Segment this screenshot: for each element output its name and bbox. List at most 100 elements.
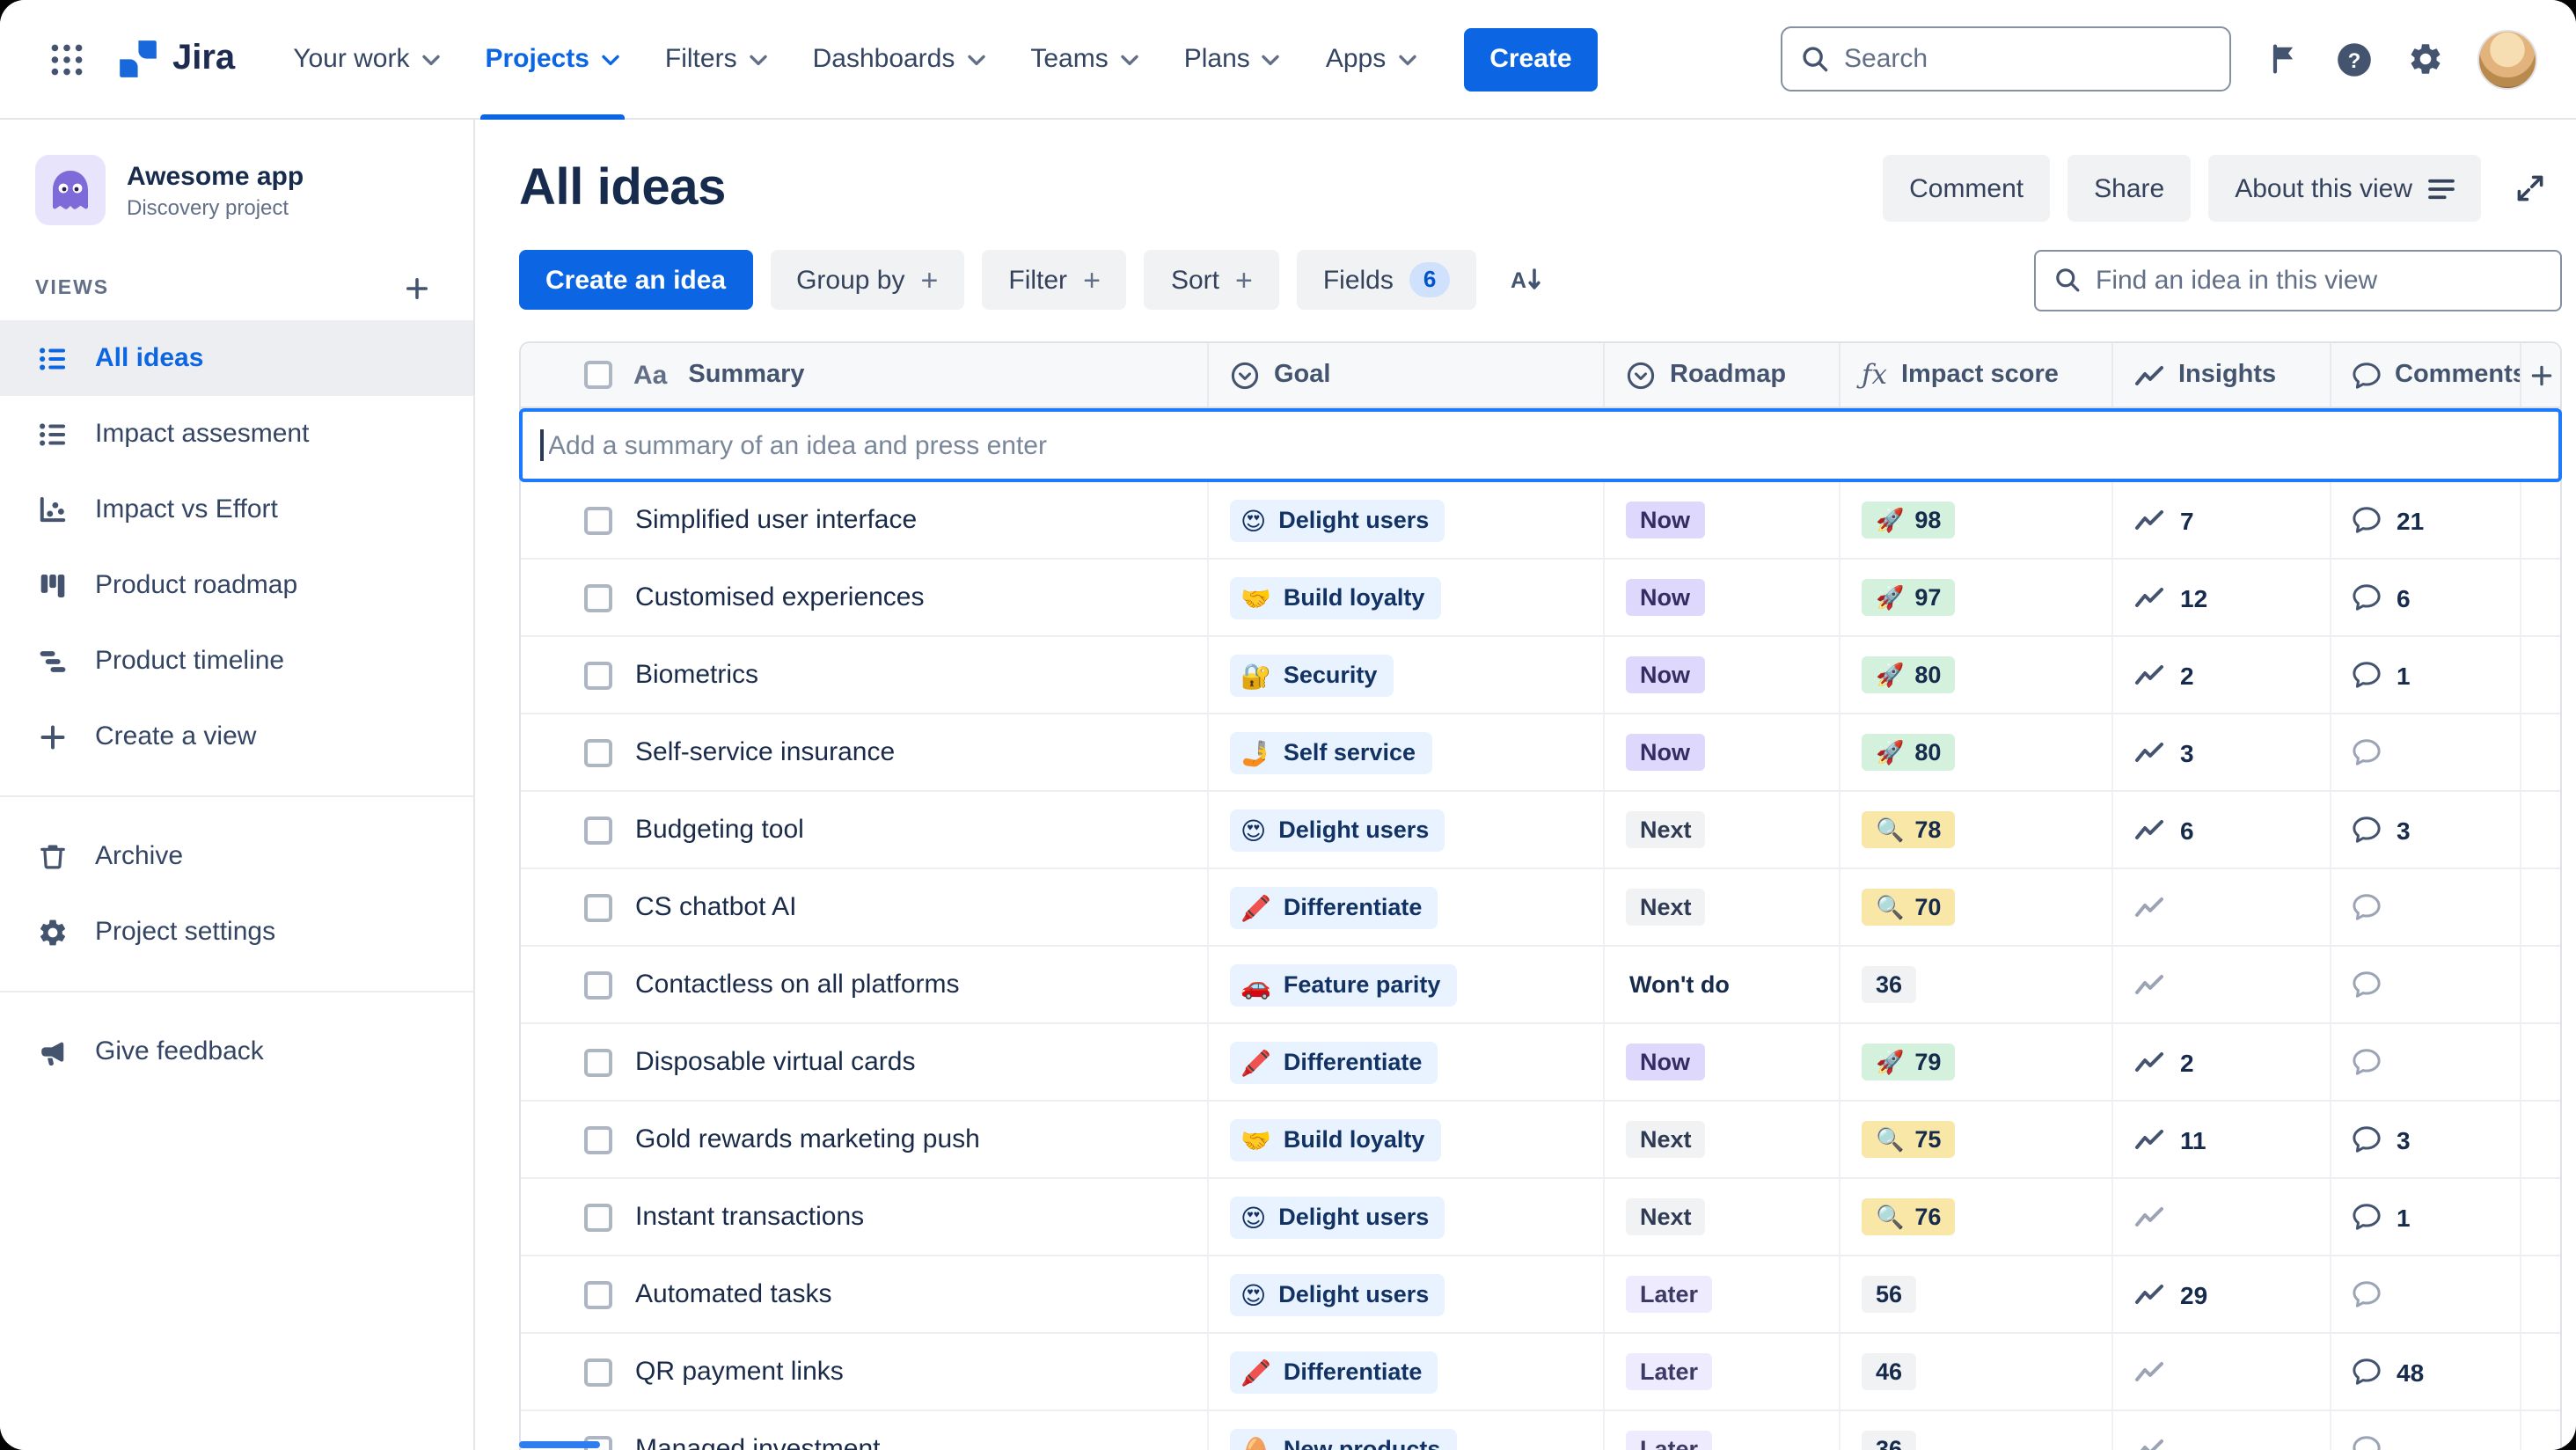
roadmap-chip[interactable]: Next (1626, 1197, 1706, 1236)
idea-summary[interactable]: Automated tasks (635, 1279, 831, 1309)
row-checkbox[interactable] (584, 1048, 612, 1076)
sort-alphabetical-icon[interactable]: A (1494, 248, 1557, 311)
global-search[interactable] (1781, 26, 2231, 92)
row-checkbox[interactable] (584, 738, 612, 766)
insights-cell[interactable] (2113, 1179, 2331, 1255)
impact-score-chip[interactable]: 56 (1862, 1275, 1917, 1314)
goal-chip[interactable]: 🚗 Feature parity (1230, 963, 1457, 1006)
idea-summary[interactable]: Disposable virtual cards (635, 1047, 916, 1077)
comments-cell[interactable]: 3 (2331, 1102, 2521, 1177)
about-this-view-button[interactable]: About this view (2208, 155, 2481, 222)
idea-summary[interactable]: Gold rewards marketing push (635, 1124, 980, 1154)
roadmap-chip[interactable]: Later (1626, 1352, 1713, 1391)
idea-row[interactable]: Instant transactions 😍 Delight users Nex… (521, 1179, 2560, 1256)
row-checkbox[interactable] (584, 1358, 612, 1386)
impact-score-chip[interactable]: 🚀 98 (1862, 501, 1956, 539)
goal-chip[interactable]: 🖍️ Differentiate (1230, 1041, 1438, 1083)
roadmap-chip[interactable]: Now (1626, 578, 1704, 617)
idea-row[interactable]: Simplified user interface 😍 Delight user… (521, 482, 2560, 560)
impact-score-chip[interactable]: 🚀 80 (1862, 733, 1956, 772)
nav-item-plans[interactable]: Plans (1161, 0, 1303, 119)
horizontal-scrollbar-thumb[interactable] (519, 1441, 600, 1448)
idea-row[interactable]: Self-service insurance 🤳 Self service No… (521, 714, 2560, 792)
insights-cell[interactable] (2113, 947, 2331, 1022)
nav-item-teams[interactable]: Teams (1007, 0, 1160, 119)
row-checkbox[interactable] (584, 506, 612, 534)
idea-row[interactable]: Biometrics 🔐 Security Now 🚀 80 2 1 (521, 637, 2560, 714)
roadmap-chip[interactable]: Now (1626, 501, 1704, 539)
idea-row[interactable]: Contactless on all platforms 🚗 Feature p… (521, 947, 2560, 1024)
goal-chip[interactable]: 😍 Delight users (1230, 499, 1445, 541)
idea-row[interactable]: Gold rewards marketing push 🤝 Build loya… (521, 1102, 2560, 1179)
impact-score-chip[interactable]: 36 (1862, 965, 1917, 1004)
roadmap-chip[interactable]: Now (1626, 733, 1704, 772)
impact-score-chip[interactable]: 🔍 78 (1862, 810, 1956, 849)
comments-cell[interactable] (2331, 1256, 2521, 1332)
select-all-checkbox[interactable] (584, 361, 612, 389)
column-header-impact-score[interactable]: ƒx Impact score (1841, 343, 2113, 406)
idea-row[interactable]: Customised experiences 🤝 Build loyalty N… (521, 560, 2560, 637)
comments-cell[interactable] (2331, 714, 2521, 790)
sort-button[interactable]: Sort + (1144, 250, 1279, 310)
goal-chip[interactable]: 🖍️ Differentiate (1230, 1351, 1438, 1393)
idea-row[interactable]: CS chatbot AI 🖍️ Differentiate Next 🔍 70 (521, 869, 2560, 947)
notifications-icon[interactable] (2252, 27, 2316, 91)
idea-summary[interactable]: Customised experiences (635, 582, 925, 612)
nav-item-dashboards[interactable]: Dashboards (790, 0, 1008, 119)
filter-button[interactable]: Filter + (982, 250, 1127, 310)
add-column-button[interactable] (2521, 343, 2560, 406)
insights-cell[interactable] (2113, 1334, 2331, 1410)
idea-row[interactable]: Budgeting tool 😍 Delight users Next 🔍 78… (521, 792, 2560, 869)
idea-row[interactable]: QR payment links 🖍️ Differentiate Later … (521, 1334, 2560, 1411)
nav-item-projects[interactable]: Projects (463, 0, 642, 119)
expand-view-icon[interactable] (2499, 157, 2562, 220)
idea-summary[interactable]: Biometrics (635, 660, 758, 690)
give-feedback-button[interactable]: Give feedback (0, 1014, 473, 1089)
impact-score-chip[interactable]: 46 (1862, 1352, 1917, 1391)
impact-score-chip[interactable]: 🚀 97 (1862, 578, 1956, 617)
sidebar-item-product-roadmap[interactable]: Product roadmap (0, 547, 473, 623)
add-view-icon[interactable] (396, 267, 438, 310)
insights-cell[interactable]: 2 (2113, 1024, 2331, 1100)
nav-item-filters[interactable]: Filters (642, 0, 790, 119)
goal-chip[interactable]: 😍 Delight users (1230, 809, 1445, 851)
goal-chip[interactable]: 🤝 Build loyalty (1230, 576, 1441, 619)
row-checkbox[interactable] (584, 583, 612, 611)
column-header-goal[interactable]: Goal (1209, 343, 1605, 406)
idea-summary[interactable]: Simplified user interface (635, 505, 917, 535)
sidebar-item-project-settings[interactable]: Project settings (0, 894, 473, 970)
comments-cell[interactable]: 1 (2331, 1179, 2521, 1255)
help-icon[interactable]: ? (2323, 27, 2386, 91)
impact-score-chip[interactable]: 🔍 75 (1862, 1120, 1956, 1159)
goal-chip[interactable]: 🥚 New products (1230, 1428, 1457, 1450)
goal-chip[interactable]: 🔐 Security (1230, 654, 1394, 696)
create-button[interactable]: Create (1463, 27, 1599, 91)
goal-chip[interactable]: 🖍️ Differentiate (1230, 886, 1438, 928)
insights-cell[interactable] (2113, 869, 2331, 945)
roadmap-chip[interactable]: Later (1626, 1430, 1713, 1450)
row-checkbox[interactable] (584, 893, 612, 921)
global-search-input[interactable] (1844, 44, 2212, 74)
idea-summary[interactable]: Instant transactions (635, 1202, 864, 1232)
roadmap-chip[interactable]: Won't do (1626, 966, 1733, 1004)
insights-cell[interactable] (2113, 1411, 2331, 1450)
add-idea-input[interactable] (548, 430, 2544, 460)
comments-cell[interactable] (2331, 1411, 2521, 1450)
roadmap-chip[interactable]: Later (1626, 1275, 1713, 1314)
goal-chip[interactable]: 🤳 Self service (1230, 731, 1431, 773)
roadmap-chip[interactable]: Next (1626, 810, 1706, 849)
idea-summary[interactable]: Managed investment (635, 1434, 881, 1450)
nav-item-apps[interactable]: Apps (1303, 0, 1438, 119)
add-idea-row[interactable] (519, 408, 2562, 482)
roadmap-chip[interactable]: Next (1626, 888, 1706, 926)
insights-cell[interactable]: 29 (2113, 1256, 2331, 1332)
insights-cell[interactable]: 6 (2113, 792, 2331, 868)
roadmap-chip[interactable]: Next (1626, 1120, 1706, 1159)
impact-score-chip[interactable]: 🔍 76 (1862, 1197, 1956, 1236)
insights-cell[interactable]: 12 (2113, 560, 2331, 635)
create-an-idea-button[interactable]: Create an idea (519, 250, 753, 310)
impact-score-chip[interactable]: 36 (1862, 1430, 1917, 1450)
user-avatar[interactable] (2477, 29, 2537, 89)
sidebar-item-all-ideas[interactable]: All ideas (0, 320, 473, 396)
sidebar-item-product-timeline[interactable]: Product timeline (0, 623, 473, 699)
